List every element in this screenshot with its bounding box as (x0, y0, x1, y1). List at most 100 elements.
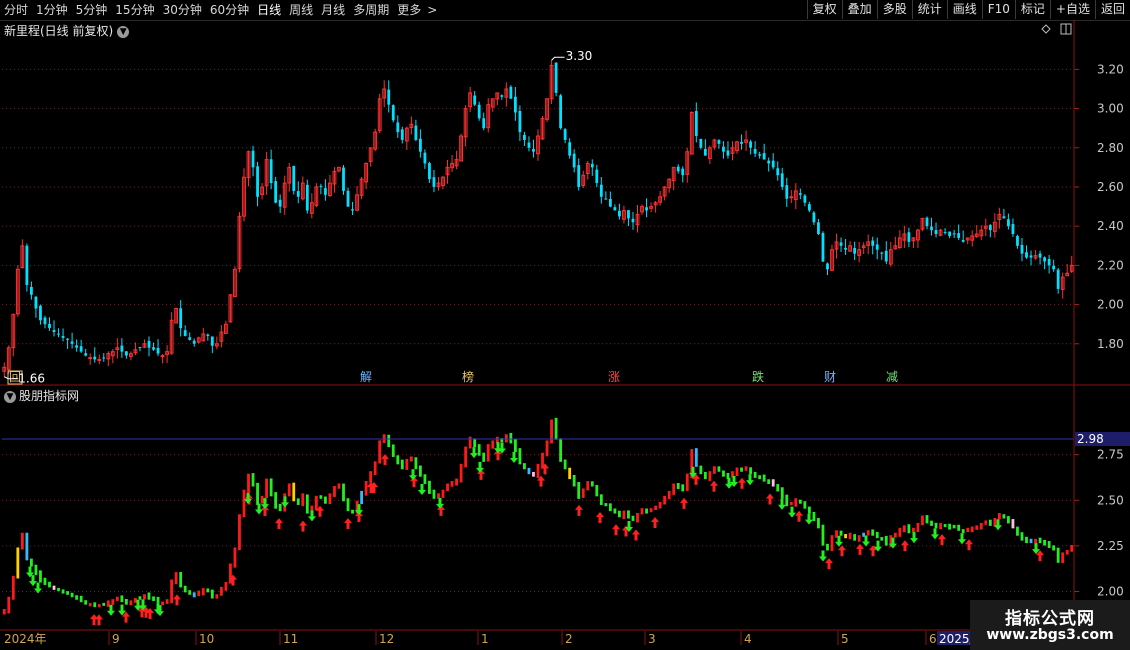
down-arrow-icon (34, 582, 42, 594)
indicator-bar (156, 596, 160, 604)
indicator-bar (238, 514, 241, 551)
indicator-bar (1047, 541, 1051, 549)
indicator-bar (844, 534, 847, 539)
up-arrow-icon (766, 493, 774, 505)
candle-body (532, 148, 535, 152)
candle-body (319, 186, 323, 188)
candle-body (206, 334, 210, 336)
sub-price-axis: 2.75 2.50 2.25 2.00 2.98 (2, 432, 1130, 599)
indicator-bar (975, 525, 979, 530)
indicator-bar (296, 498, 300, 505)
candle-body (572, 153, 576, 168)
candle-body (957, 233, 961, 238)
candle-body (292, 166, 296, 191)
down-arrow-icon (281, 496, 289, 508)
indicator-bar (789, 501, 793, 506)
up-arrow-icon (632, 529, 640, 541)
indicator-bar (351, 509, 354, 514)
candle-body (749, 141, 752, 148)
indicator-bar (934, 522, 938, 529)
indicator-bars (2, 417, 1074, 615)
candle-body (48, 323, 51, 329)
indicator-bar (780, 487, 784, 499)
indicator-bar (201, 588, 205, 596)
indicator-bar (138, 596, 142, 600)
candle-body (527, 142, 531, 148)
indicator-bar (48, 581, 51, 588)
indicator-bar (672, 483, 676, 495)
candle-body (875, 244, 879, 250)
indicator-bar (192, 592, 196, 598)
indicator-bar (210, 589, 214, 599)
indicator-bar (577, 482, 581, 499)
indicator-bar (848, 532, 852, 540)
y-tick-label: 2.50 (1097, 493, 1124, 507)
candle-body (418, 138, 422, 152)
up-arrow-icon (173, 594, 181, 606)
chevron-down-icon[interactable]: ▼ (4, 390, 16, 403)
indicator-bar (369, 471, 373, 483)
indicator-bar (61, 589, 65, 594)
indicator-bar (378, 440, 382, 464)
main-price-axis: 3.20 3.00 2.80 2.60 2.40 2.20 2.00 1.80 (1074, 62, 1124, 351)
indicator-bar (1065, 549, 1069, 555)
candle-body (952, 233, 956, 235)
indicator-bar (1011, 519, 1015, 529)
down-arrow-icon (862, 535, 870, 547)
high-pointer (551, 56, 565, 61)
candle-body (699, 138, 703, 148)
indicator-bar (84, 600, 88, 605)
indicator-bar (740, 467, 743, 472)
indicator-bar (265, 478, 269, 499)
indicator-bar (699, 465, 703, 475)
indicator-bar (179, 571, 183, 588)
indicator-bar (1056, 547, 1060, 563)
indicator-bar (717, 466, 721, 472)
candle-body (400, 129, 404, 140)
date-label: 2 (565, 632, 573, 646)
up-arrow-icon (965, 539, 973, 551)
up-arrow-icon (381, 454, 389, 466)
indicator-bar (893, 532, 897, 538)
down-arrow-icon (958, 533, 966, 545)
indicator-bar (970, 526, 974, 533)
candle-body (500, 95, 504, 97)
up-arrow-icon (596, 511, 604, 523)
indicator-bar (373, 461, 377, 476)
stock-chart[interactable]: 3.20 3.00 2.80 2.60 2.40 2.20 2.00 1.80 2.75 2.5… (0, 0, 1130, 650)
candle-body (423, 152, 427, 164)
indicator-bar (1029, 538, 1033, 544)
watermark: 指标公式网 www.zbgs3.com (970, 600, 1130, 650)
indicator-bar (1038, 537, 1042, 544)
indicator-bar (418, 465, 422, 477)
indicator-bar (251, 473, 255, 487)
up-arrow-icon (651, 517, 659, 529)
candle-body (740, 141, 743, 144)
indicator-bar (604, 503, 608, 507)
indicator-bar (640, 508, 644, 515)
indicator-bar (794, 498, 798, 507)
candle-body (627, 210, 630, 219)
candle-body (97, 358, 102, 361)
indicator-bar (785, 494, 789, 507)
candle-body (563, 129, 567, 140)
indicator-bar (1016, 526, 1019, 536)
indicator-bar (278, 503, 282, 512)
indicator-bar (676, 483, 680, 489)
indicator-title: 股朋指标网 (19, 389, 80, 403)
candle-body (179, 308, 183, 329)
indicator-bar (93, 602, 97, 608)
candle-body (513, 96, 517, 113)
event-marker: 跌 (752, 369, 764, 384)
down-arrow-icon (470, 447, 478, 459)
indicator-bar (409, 456, 413, 462)
indicator-bar (364, 481, 368, 496)
indicator-bar (658, 501, 662, 509)
indicator-bar (75, 595, 79, 600)
indicator-bar (337, 483, 341, 489)
chevron-down-icon[interactable]: ▼ (117, 25, 130, 38)
indicator-bar (34, 564, 38, 576)
candle-body (608, 199, 612, 207)
up-arrow-icon (275, 518, 283, 530)
indicator-bar (608, 503, 612, 512)
